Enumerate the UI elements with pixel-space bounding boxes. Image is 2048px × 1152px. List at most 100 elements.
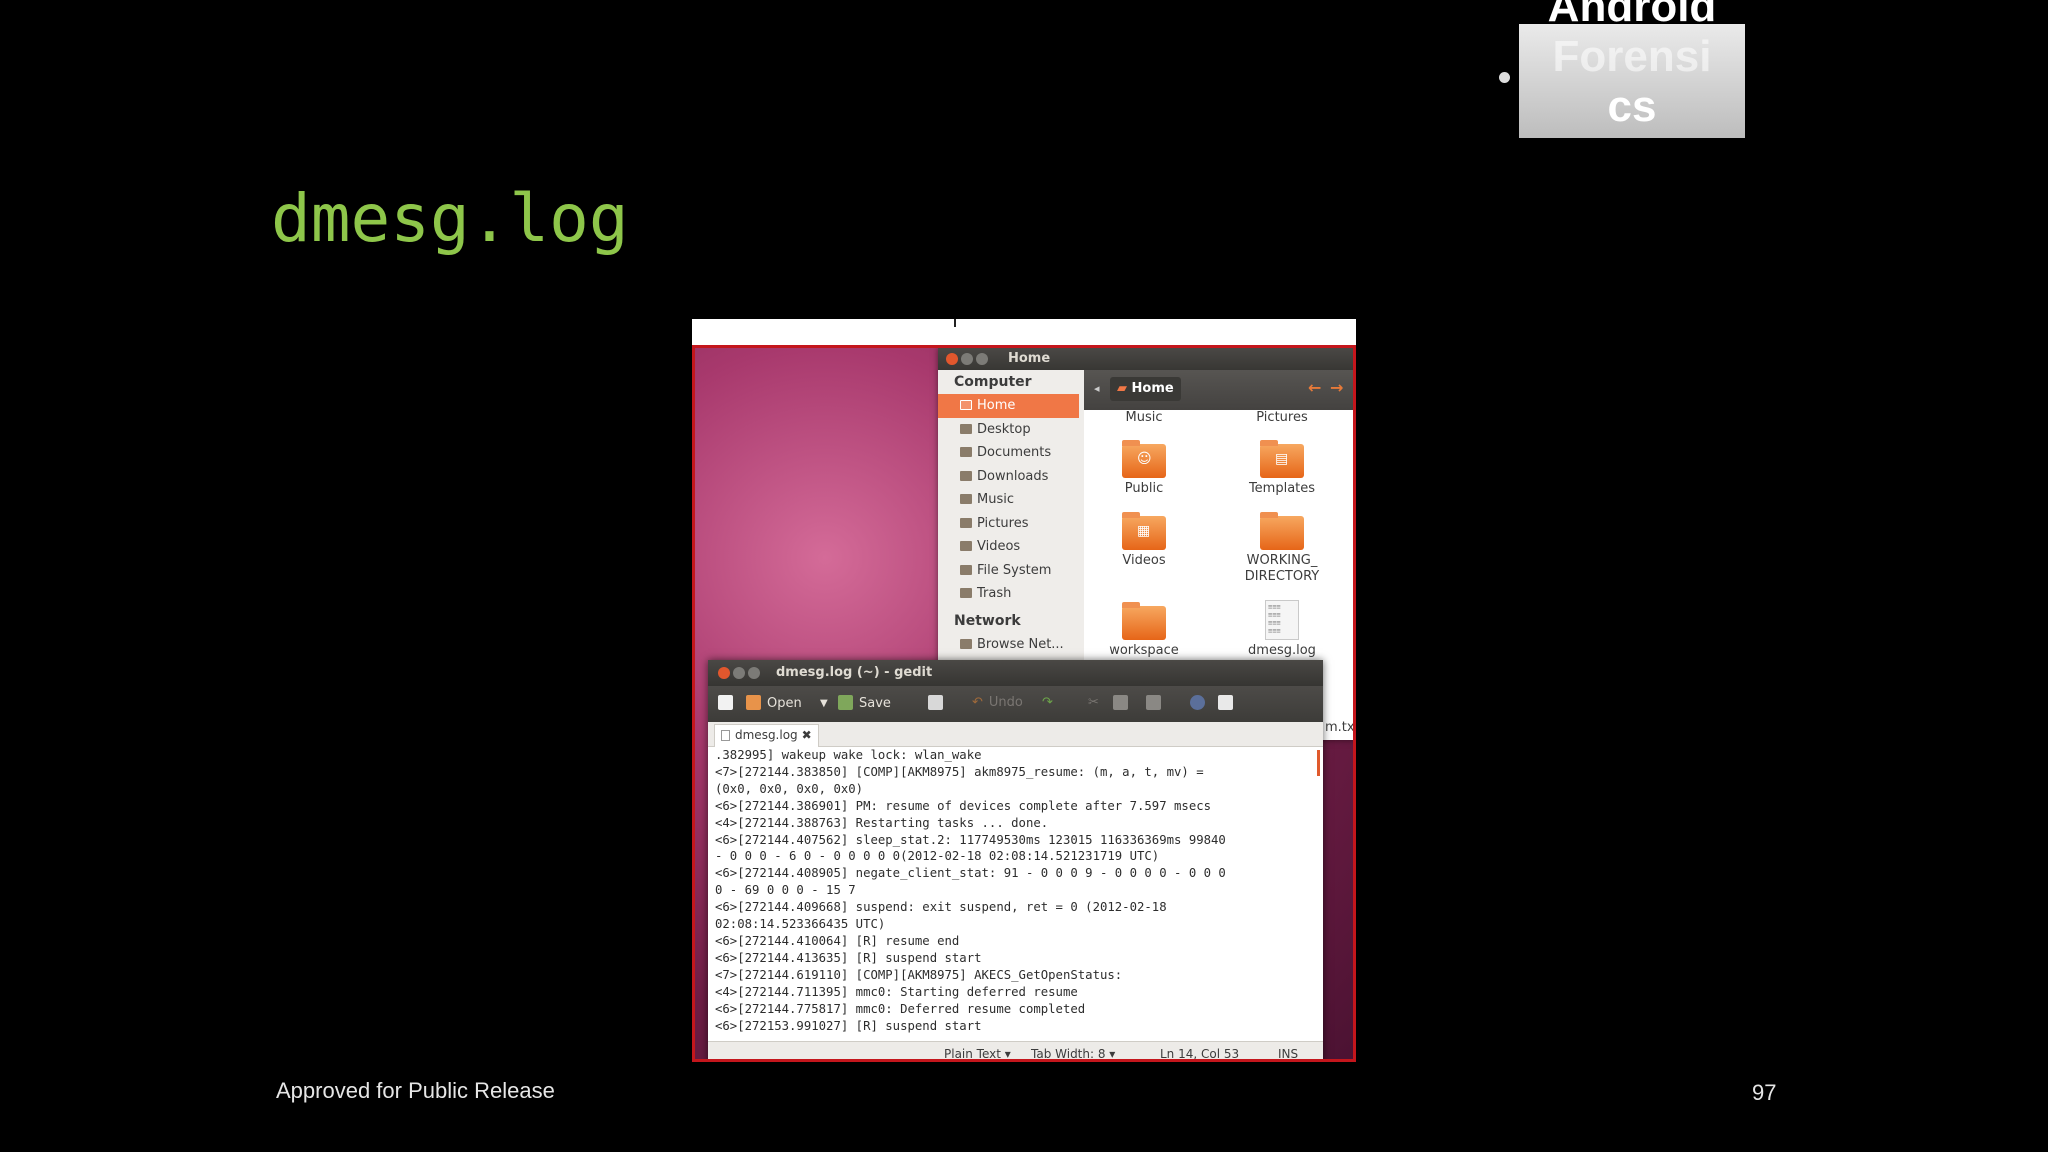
- sidebar-item-trash[interactable]: Trash: [938, 582, 1084, 606]
- open-label: Open: [767, 696, 802, 711]
- minimize-window-icon[interactable]: [733, 667, 745, 679]
- redo-arrow-icon[interactable]: ↷: [1042, 695, 1053, 710]
- undo-button[interactable]: ↶ Undo: [972, 695, 1023, 710]
- network-icon: [960, 638, 972, 649]
- file-label: Templates: [1248, 481, 1316, 496]
- file-label: workspace: [1109, 643, 1179, 658]
- documents-icon: [960, 447, 972, 457]
- folder-icon: ☺: [1122, 440, 1166, 478]
- bullet-dot: [1499, 72, 1510, 83]
- minimize-window-icon[interactable]: [961, 353, 973, 365]
- paste-button[interactable]: [1146, 695, 1167, 711]
- file-label: Music: [1125, 410, 1163, 425]
- trash-icon: [960, 588, 972, 598]
- maximize-window-icon[interactable]: [976, 353, 988, 365]
- close-window-icon[interactable]: [718, 667, 730, 679]
- sidebar-item-pictures[interactable]: Pictures: [938, 512, 1084, 536]
- logo-line-2: Forensi: [1552, 32, 1712, 81]
- filesystem-icon: [960, 564, 972, 575]
- tab-width-label: Tab Width: 8: [1031, 1047, 1106, 1061]
- file-label: Public: [1124, 481, 1164, 496]
- gedit-titlebar: dmesg.log (~) - gedit: [708, 660, 1323, 686]
- copy-button[interactable]: [1113, 695, 1134, 711]
- save-button[interactable]: Save: [838, 695, 891, 711]
- file-label: dmesg.log: [1248, 643, 1316, 658]
- file-item-templates[interactable]: ▤ Templates: [1222, 440, 1342, 497]
- save-label: Save: [859, 696, 891, 711]
- sidebar-item-label: Documents: [977, 445, 1052, 460]
- file-label: Pictures: [1256, 410, 1308, 425]
- file-item-working-directory[interactable]: WORKING_ DIRECTORY: [1222, 512, 1342, 585]
- logo-line-1: Android: [1547, 0, 1717, 31]
- file-item-workspace[interactable]: workspace: [1084, 602, 1204, 659]
- file-item-videos[interactable]: ▦ Videos: [1084, 512, 1204, 569]
- sidebar-item-documents[interactable]: Documents: [938, 441, 1084, 465]
- open-dropdown-arrow-icon[interactable]: ▼: [820, 698, 828, 709]
- sidebar-item-label: Videos: [977, 539, 1021, 554]
- sidebar-item-file-system[interactable]: File System: [938, 559, 1084, 583]
- folder-icon: [1122, 602, 1166, 640]
- file-item-dmesg-log[interactable]: ≡≡≡ ≡≡≡ ≡≡≡ ≡≡≡ dmesg.log: [1222, 600, 1342, 659]
- sidebar-item-label: Downloads: [977, 468, 1049, 484]
- open-button[interactable]: Open: [746, 695, 802, 711]
- tab-width-selector[interactable]: Tab Width: 8 ▾: [1031, 1047, 1115, 1061]
- cursor-position: Ln 14, Col 53: [1160, 1047, 1240, 1061]
- text-editor-content[interactable]: .382995] wakeup wake lock: wlan_wake <7>…: [715, 747, 1305, 1037]
- home-folder-icon: ▰: [1117, 381, 1127, 396]
- sidebar-item-downloads[interactable]: Downloads: [938, 465, 1084, 489]
- sidebar-item-label: File System: [977, 562, 1052, 578]
- document-tabs: dmesg.log ✖: [708, 722, 1323, 747]
- sidebar-item-desktop[interactable]: Desktop: [938, 418, 1084, 442]
- print-button[interactable]: [928, 695, 949, 711]
- pictures-icon: [960, 517, 972, 528]
- file-item-music[interactable]: Music: [1084, 410, 1204, 426]
- text-file-icon: ≡≡≡ ≡≡≡ ≡≡≡ ≡≡≡: [1265, 600, 1299, 640]
- file-item-public[interactable]: ☺ Public: [1084, 440, 1204, 497]
- close-tab-icon[interactable]: ✖: [802, 728, 812, 742]
- vertical-scrollbar[interactable]: [1317, 750, 1320, 776]
- breadcrumb-left-arrow-icon[interactable]: ◂: [1094, 382, 1100, 395]
- file-label: Videos: [1122, 553, 1166, 568]
- file-label: WORKING_: [1246, 553, 1318, 568]
- sidebar-item-home[interactable]: Home: [938, 394, 1079, 418]
- print-icon: [928, 695, 943, 710]
- breadcrumb-home-button[interactable]: ▰ Home: [1110, 377, 1181, 401]
- ubuntu-desktop: Home Computer Home Desktop Documents Dow…: [692, 345, 1356, 1062]
- page-number: 97: [1752, 1080, 1777, 1105]
- back-arrow-icon[interactable]: ←: [1308, 378, 1321, 397]
- gedit-toolbar: Open ▼ Save ↶ Undo ↷ ✂: [708, 686, 1323, 722]
- tab-dmesg-log[interactable]: dmesg.log ✖: [714, 724, 819, 747]
- sidebar-item-music[interactable]: Music: [938, 488, 1084, 512]
- close-window-icon[interactable]: [946, 353, 958, 365]
- status-bar: Plain Text ▾ Tab Width: 8 ▾ Ln 14, Col 5…: [708, 1041, 1323, 1061]
- logo-text: Android Forensi cs: [1519, 0, 1745, 132]
- sidebar-heading-computer: Computer: [954, 374, 1032, 390]
- sidebar-item-label: Trash: [977, 586, 1012, 601]
- tab-label: dmesg.log: [735, 728, 798, 742]
- file-item-pictures[interactable]: Pictures: [1222, 410, 1342, 426]
- location-bar: ◂ ▰ Home ← →: [1084, 370, 1353, 410]
- find-button[interactable]: [1190, 695, 1211, 711]
- cut-icon[interactable]: ✂: [1088, 695, 1099, 710]
- copy-icon: [1113, 695, 1128, 710]
- desktop-icon: [960, 423, 972, 434]
- sidebar-item-label: Browse Net...: [977, 636, 1064, 652]
- maximize-window-icon[interactable]: [748, 667, 760, 679]
- undo-label: Undo: [988, 695, 1023, 710]
- embedded-screenshot: Home Computer Home Desktop Documents Dow…: [692, 319, 1356, 1062]
- sidebar-item-videos[interactable]: Videos: [938, 535, 1084, 559]
- sidebar-item-browse-network[interactable]: Browse Net...: [938, 633, 1084, 657]
- insert-mode: INS: [1278, 1047, 1299, 1061]
- footer-release-note: Approved for Public Release: [276, 1078, 555, 1103]
- new-document-button[interactable]: [718, 695, 739, 711]
- file-manager-titlebar: Home: [938, 348, 1353, 370]
- replace-button[interactable]: [1218, 695, 1239, 711]
- gedit-window: dmesg.log (~) - gedit Open ▼ Save ↶ Undo …: [708, 660, 1323, 1061]
- language-selector[interactable]: Plain Text ▾: [944, 1047, 1011, 1061]
- slide-title: dmesg.log: [271, 180, 629, 257]
- logo-line-3: cs: [1607, 82, 1657, 131]
- folder-icon: ▤: [1260, 440, 1304, 478]
- sidebar-item-label: Home: [977, 398, 1016, 413]
- forward-arrow-icon[interactable]: →: [1330, 378, 1343, 397]
- language-label: Plain Text: [944, 1047, 1001, 1061]
